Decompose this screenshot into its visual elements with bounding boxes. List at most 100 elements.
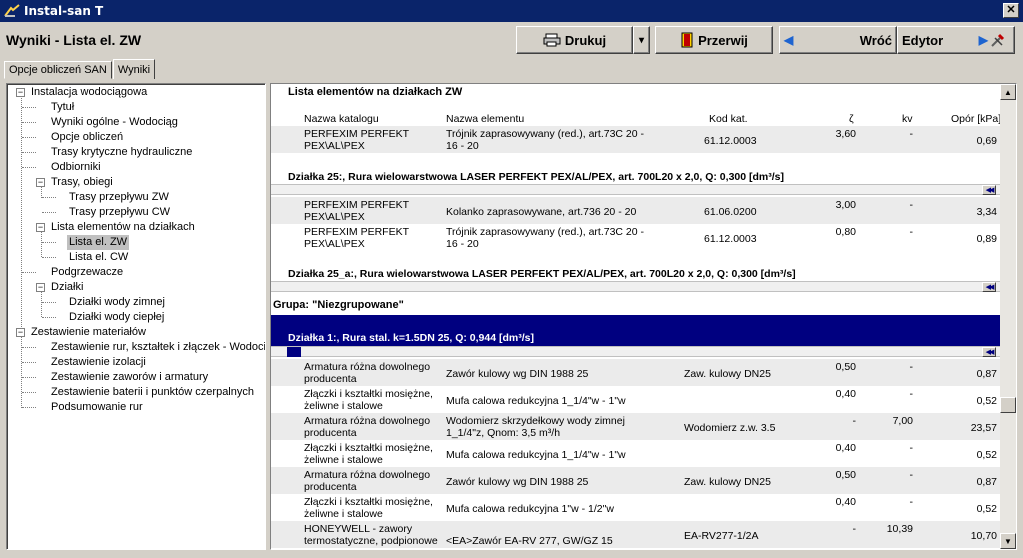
cell-zeta: 3,00 — [835, 199, 856, 211]
tree-item-zest-zaworow[interactable]: Zestawienie zaworów i armatury — [51, 370, 208, 385]
tree-connector — [22, 347, 36, 348]
tree-item-dzialki-zimnej[interactable]: Działki wody zimnej — [69, 295, 165, 310]
section-dzialka-1-band: Działka 1:, Rura stal. k=1.5DN 25, Q: 0,… — [271, 315, 1000, 346]
cell-zeta: 3,60 — [835, 128, 856, 140]
collapse-button[interactable]: ◀◀ — [982, 185, 996, 195]
results-tree[interactable]: − Instalacja wodociągowa Tytuł Wyniki og… — [6, 83, 266, 550]
tree-item-instalacja[interactable]: Instalacja wodociągowa — [31, 85, 147, 100]
cell-element: 16 - 20 — [446, 238, 479, 250]
close-button[interactable]: ✕ — [1003, 3, 1019, 18]
cell-katalog: żeliwne i stalowe — [304, 508, 383, 520]
cell-katalog: producenta — [304, 427, 357, 439]
cell-katalog: Armatura różna dowolnego — [304, 361, 431, 373]
tab-calc-options[interactable]: Opcje obliczeń SAN — [4, 61, 112, 79]
tree-item-trasy-obiegi[interactable]: Trasy, obiegi — [51, 175, 113, 190]
arrow-right-icon: ▶ — [978, 33, 988, 47]
expand-toggle[interactable]: − — [16, 328, 25, 337]
cell-katalog: PERFEXIM PERFEKT — [304, 199, 410, 211]
cell-kv: - — [909, 442, 914, 454]
cell-katalog: PERFEXIM PERFEKT — [304, 226, 410, 238]
cell-kv: - — [909, 361, 914, 373]
tree-item-zest-izolacji[interactable]: Zestawienie izolacji — [51, 355, 146, 370]
tree-connector — [22, 122, 36, 123]
scroll-down-button[interactable]: ▼ — [1000, 533, 1016, 549]
print-button[interactable]: Drukuj — [516, 26, 633, 54]
vertical-scrollbar[interactable]: ▲ ▼ — [1000, 84, 1016, 549]
tree-item-dzialki-cieplej[interactable]: Działki wody ciepłej — [69, 310, 164, 325]
tree-item-podgrzewacze[interactable]: Podgrzewacze — [51, 265, 123, 280]
results-header: Wyniki - Lista el. ZW Drukuj ▾ Przerwij … — [0, 22, 1023, 60]
tree-item-lista-cw[interactable]: Lista el. CW — [69, 250, 128, 265]
table-row: Armatura różna dowolnego producenta Zawór … — [271, 359, 1000, 386]
cell-katalog: PEX\AL\PEX — [304, 140, 365, 152]
tab-results[interactable]: Wyniki — [112, 59, 156, 79]
cell-zeta: 0,50 — [835, 361, 856, 373]
cell-kv: 7,00 — [892, 415, 913, 427]
cell-kv: 10,39 — [886, 523, 913, 535]
expand-toggle[interactable]: − — [36, 283, 45, 292]
tree-connector — [42, 257, 56, 258]
printer-icon — [543, 33, 561, 47]
editor-button[interactable]: Edytor ▶ — [897, 26, 1015, 54]
scroll-thumb[interactable] — [1000, 397, 1016, 413]
tree-item-opcje[interactable]: Opcje obliczeń — [51, 130, 123, 145]
cell-opor: 0,87 — [976, 476, 997, 488]
tree-item-zest-baterii[interactable]: Zestawienie baterii i punktów czerpalnyc… — [51, 385, 254, 400]
tree-item-tytul[interactable]: Tytuł — [51, 100, 74, 115]
tree-connector — [22, 167, 36, 168]
tree-item-trasy-krytyczne[interactable]: Trasy krytyczne hydrauliczne — [51, 145, 192, 160]
tree-connector — [22, 407, 36, 408]
tree-item-zest-rur[interactable]: Zestawienie rur, kształtek i złączek - W… — [51, 340, 265, 355]
cell-kod: EA-RV277-1/2A — [684, 530, 759, 542]
selection-marker — [287, 347, 301, 357]
collapse-button[interactable]: ◀◀ — [982, 347, 996, 357]
tree-connector — [22, 377, 36, 378]
tree-item-wyniki-ogolne[interactable]: Wyniki ogólne - Wodociąg — [51, 115, 178, 130]
cell-zeta: 0,50 — [835, 469, 856, 481]
cell-element: 1_1/4"z, Qnom: 3,5 m³/h — [446, 427, 561, 439]
cell-element: Zawór kulowy wg DIN 1988 25 — [446, 368, 589, 380]
section-dzialka-1: Działka 1:, Rura stal. k=1.5DN 25, Q: 0,… — [288, 332, 534, 344]
tree-connector — [22, 152, 36, 153]
cell-kod: Zaw. kulowy DN25 — [684, 476, 771, 488]
tree-item-odbiorniki[interactable]: Odbiorniki — [51, 160, 101, 175]
cell-opor: 0,87 — [976, 368, 997, 380]
section-dzialka-25: Działka 25:, Rura wielowarstwowa LASER P… — [288, 171, 784, 183]
expand-toggle[interactable]: − — [36, 223, 45, 232]
tree-item-trasy-cw[interactable]: Trasy przepływu CW — [69, 205, 170, 220]
back-label: Wróć — [859, 32, 892, 48]
table-row: PERFEXIM PERFEKT PEX\AL\PEX Kolanko zapr… — [271, 197, 1000, 224]
cell-kod: 61.12.0003 — [704, 233, 757, 245]
tree-connector — [22, 362, 36, 363]
cell-kv: - — [909, 496, 914, 508]
cell-opor: 0,52 — [976, 503, 997, 515]
cell-katalog: Armatura różna dowolnego — [304, 469, 431, 481]
tree-item-zestawienie[interactable]: Zestawienie materiałów — [31, 325, 146, 340]
expand-toggle[interactable]: − — [36, 178, 45, 187]
print-dropdown-button[interactable]: ▾ — [633, 26, 650, 54]
scroll-up-button[interactable]: ▲ — [1000, 84, 1016, 100]
collapse-button[interactable]: ◀◀ — [982, 282, 996, 292]
group-heading: Grupa: "Niezgrupowane" — [273, 299, 404, 311]
tree-item-lista-zw[interactable]: Lista el. ZW — [67, 235, 130, 250]
cell-opor: 23,57 — [970, 422, 997, 434]
col-kv: kv — [902, 113, 913, 125]
cell-zeta: 0,40 — [835, 388, 856, 400]
table-row: PERFEXIM PERFEKT PEX\AL\PEX Trójnik zapr… — [271, 224, 1000, 251]
cell-element: Mufa calowa redukcyjna 1_1/4"w - 1"w — [446, 395, 626, 407]
tree-item-trasy-zw[interactable]: Trasy przepływu ZW — [69, 190, 169, 205]
cell-kv: - — [909, 388, 914, 400]
expand-toggle[interactable]: − — [16, 88, 25, 97]
tree-item-podsumowanie[interactable]: Podsumowanie rur — [51, 400, 143, 415]
tree-item-dzialki[interactable]: Działki — [51, 280, 83, 295]
report-view[interactable]: Lista elementów na działkach ZW Nazwa ka… — [270, 83, 1017, 550]
tree-item-lista-elementow[interactable]: Lista elementów na działkach — [51, 220, 195, 235]
window-title: Instal-san T — [24, 4, 104, 18]
break-button[interactable]: Przerwij — [655, 26, 773, 54]
table-row: Złączki i kształtki mosiężne, żeliwne i s… — [271, 494, 1000, 521]
tree-connector — [42, 302, 56, 303]
cell-opor: 3,34 — [976, 206, 997, 218]
section-dzialka-25a: Działka 25_a:, Rura wielowarstwowa LASER… — [288, 268, 796, 280]
cell-kod: Wodomierz z.w. 3.5 — [684, 422, 776, 434]
back-button[interactable]: ◀ Wróć — [779, 26, 897, 54]
